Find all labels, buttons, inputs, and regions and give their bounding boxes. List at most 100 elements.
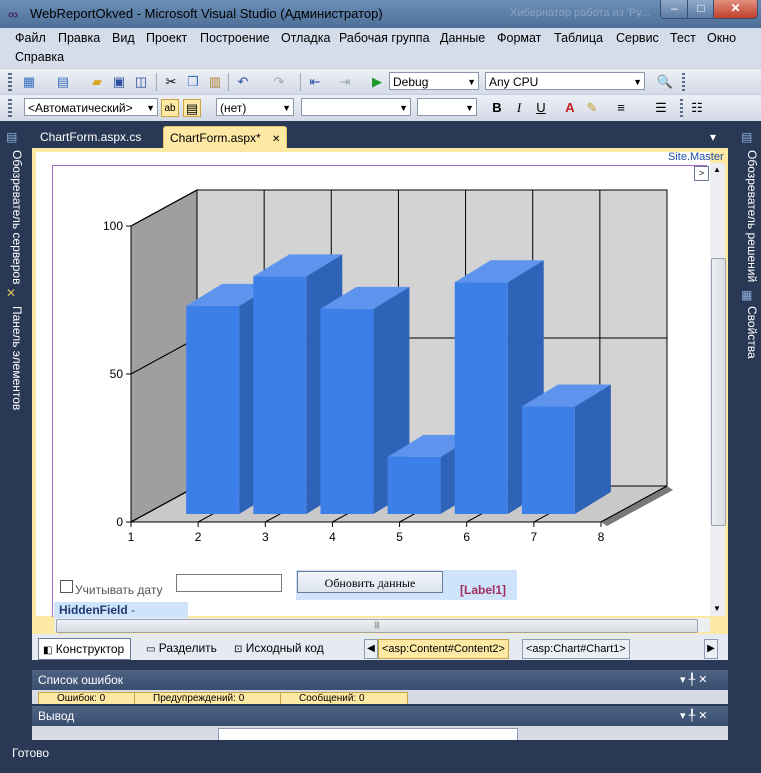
update-data-button[interactable]: Обновить данные bbox=[297, 571, 443, 593]
block-format-select[interactable]: <Автоматический> ▼ bbox=[24, 98, 158, 116]
status-text: Готово bbox=[12, 746, 50, 760]
output-source-select[interactable] bbox=[218, 728, 518, 740]
master-page-link[interactable]: Site.Master bbox=[668, 151, 724, 163]
close-button[interactable]: ✕ bbox=[713, 0, 758, 19]
messages-filter-button[interactable]: Сообщений: 0 bbox=[280, 692, 408, 704]
menu-project[interactable]: Проект bbox=[146, 31, 187, 45]
menu-help[interactable]: Справка bbox=[15, 50, 64, 64]
save-all-icon[interactable]: ◫ bbox=[132, 73, 150, 91]
numbered-list-icon[interactable]: ☷ bbox=[688, 99, 706, 117]
menu-test[interactable]: Тест bbox=[670, 31, 696, 45]
tab-chartform-cs[interactable]: ChartForm.aspx.cs bbox=[34, 126, 147, 148]
use-date-label: Учитывать дату bbox=[75, 583, 163, 597]
redo-icon[interactable]: ↷ bbox=[270, 73, 288, 91]
vertical-scroll-thumb[interactable] bbox=[711, 258, 726, 526]
output-title: Вывод bbox=[38, 709, 75, 723]
toolbar-grip-icon[interactable] bbox=[8, 73, 12, 91]
chart-control[interactable]: 0 50 100 1 2 3 4 5 6 7 8 bbox=[54, 166, 708, 566]
scroll-up-icon[interactable]: ▲ bbox=[713, 165, 721, 174]
style-application-icon[interactable]: ▤ bbox=[183, 99, 201, 117]
navigate-backward-icon[interactable]: ⇤ bbox=[306, 73, 324, 91]
undo-icon[interactable]: ↶ bbox=[234, 73, 252, 91]
panel-controls-icon[interactable]: ▾ ╀ ✕ bbox=[680, 670, 707, 690]
warnings-filter-button[interactable]: Предупреждений: 0 bbox=[134, 692, 284, 704]
window-title: WebReportOkved - Microsoft Visual Studio… bbox=[30, 6, 383, 21]
errors-filter-button[interactable]: Ошибок: 0 bbox=[38, 692, 146, 704]
breadcrumb-chart1[interactable]: <asp:Chart#Chart1> bbox=[522, 639, 630, 659]
toolbar-overflow-icon[interactable] bbox=[680, 99, 683, 117]
font-size-select[interactable]: ▼ bbox=[417, 98, 477, 116]
panel-controls-icon[interactable]: ▾ ╀ ✕ bbox=[680, 706, 707, 726]
hidden-field-control[interactable]: HiddenField - DateField bbox=[54, 602, 188, 633]
align-icon[interactable]: ≡ bbox=[612, 99, 630, 117]
chart-x-tick-label: 8 bbox=[598, 530, 605, 544]
menu-window[interactable]: Окно bbox=[707, 31, 736, 45]
menu-view[interactable]: Вид bbox=[112, 31, 135, 45]
target-rule-icon[interactable]: ab bbox=[161, 99, 179, 117]
minimize-button[interactable]: – bbox=[660, 0, 689, 19]
bullet-list-icon[interactable]: ☰ bbox=[652, 99, 670, 117]
menu-file[interactable]: Файл bbox=[15, 31, 46, 45]
css-class-select[interactable]: (нет) ▼ bbox=[216, 98, 294, 116]
save-icon[interactable]: ▣ bbox=[110, 73, 128, 91]
tab-list-dropdown-icon[interactable]: ▾ bbox=[710, 130, 716, 144]
status-bar bbox=[0, 741, 761, 773]
tab-chartform-aspx[interactable]: ChartForm.aspx* ✕ bbox=[163, 126, 288, 149]
toolbar-grip-icon[interactable] bbox=[8, 99, 12, 117]
add-item-icon[interactable]: ▤ bbox=[54, 73, 72, 91]
highlight-icon[interactable]: ✎ bbox=[583, 99, 601, 117]
solution-explorer-tab[interactable]: Обозреватель решений bbox=[745, 150, 759, 282]
font-name-select[interactable]: ▼ bbox=[301, 98, 411, 116]
chart-y-tick-label: 50 bbox=[110, 367, 124, 381]
menu-format[interactable]: Формат bbox=[497, 31, 541, 45]
menu-build[interactable]: Построение bbox=[200, 31, 270, 45]
menu-data[interactable]: Данные bbox=[440, 31, 485, 45]
label1-control[interactable]: [Label1] bbox=[460, 583, 506, 597]
menu-team[interactable]: Рабочая группа bbox=[339, 31, 430, 45]
open-folder-icon[interactable]: ▰ bbox=[88, 73, 106, 91]
properties-tab[interactable]: Свойства bbox=[745, 306, 759, 359]
navigate-forward-icon[interactable]: ⇥ bbox=[336, 73, 354, 91]
horizontal-scroll-thumb[interactable]: ||| bbox=[56, 619, 698, 633]
maximize-button[interactable]: □ bbox=[687, 0, 715, 19]
configuration-select[interactable]: Debug ▼ bbox=[389, 72, 479, 90]
toolbox-tab[interactable]: Панель элементов bbox=[10, 306, 24, 410]
server-explorer-tab[interactable]: Обозреватель серверов bbox=[10, 150, 24, 284]
breadcrumb-right-icon[interactable]: ▶ bbox=[704, 639, 718, 659]
date-input[interactable] bbox=[176, 574, 282, 592]
breadcrumb-left-icon[interactable]: ◀ bbox=[364, 639, 378, 659]
chart-x-tick-label: 6 bbox=[463, 530, 470, 544]
italic-button[interactable]: I bbox=[510, 99, 528, 117]
cut-icon[interactable]: ✂ bbox=[162, 73, 180, 91]
menu-table[interactable]: Таблица bbox=[554, 31, 603, 45]
menu-edit[interactable]: Правка bbox=[58, 31, 100, 45]
breadcrumb-content2[interactable]: <asp:Content#Content2> bbox=[378, 639, 509, 659]
start-debugging-icon[interactable]: ▶ bbox=[368, 73, 386, 91]
platform-select[interactable]: Any CPU ▼ bbox=[485, 72, 645, 90]
scroll-down-icon[interactable]: ▼ bbox=[713, 604, 721, 613]
underline-button[interactable]: U bbox=[532, 99, 550, 117]
copy-icon[interactable]: ❐ bbox=[184, 73, 202, 91]
foreground-color-icon[interactable]: A bbox=[561, 99, 579, 117]
bold-button[interactable]: B bbox=[488, 99, 506, 117]
content-border bbox=[52, 165, 53, 617]
error-list-toolbar: Ошибок: 0 Предупреждений: 0 Сообщений: 0 bbox=[32, 690, 728, 704]
formatting-toolbar: <Автоматический> ▼ ab ▤ (нет) ▼ ▼ ▼ B I U … bbox=[0, 94, 761, 121]
chevron-down-icon: ▼ bbox=[633, 77, 642, 87]
design-view-button[interactable]: ◧ Конструктор bbox=[38, 638, 132, 660]
split-view-button[interactable]: ▭ Разделить bbox=[146, 638, 217, 658]
source-view-button[interactable]: ⊡ Исходный код bbox=[234, 638, 324, 658]
use-date-checkbox[interactable] bbox=[60, 580, 73, 593]
find-in-files-icon[interactable]: 🔍 bbox=[656, 73, 674, 91]
chart-y-tick-label: 100 bbox=[103, 219, 123, 233]
source-view-icon: ⊡ bbox=[234, 644, 243, 655]
paste-icon[interactable]: ▥ bbox=[206, 73, 224, 91]
chart-bar-front bbox=[253, 276, 307, 514]
chart-x-tick-label: 2 bbox=[195, 530, 202, 544]
menu-debug[interactable]: Отладка bbox=[281, 31, 330, 45]
output-toolbar bbox=[32, 726, 728, 740]
new-project-icon[interactable]: ▦ bbox=[20, 73, 38, 91]
toolbar-overflow-icon[interactable] bbox=[682, 73, 685, 91]
close-tab-icon[interactable]: ✕ bbox=[272, 134, 280, 145]
menu-tools[interactable]: Сервис bbox=[616, 31, 659, 45]
